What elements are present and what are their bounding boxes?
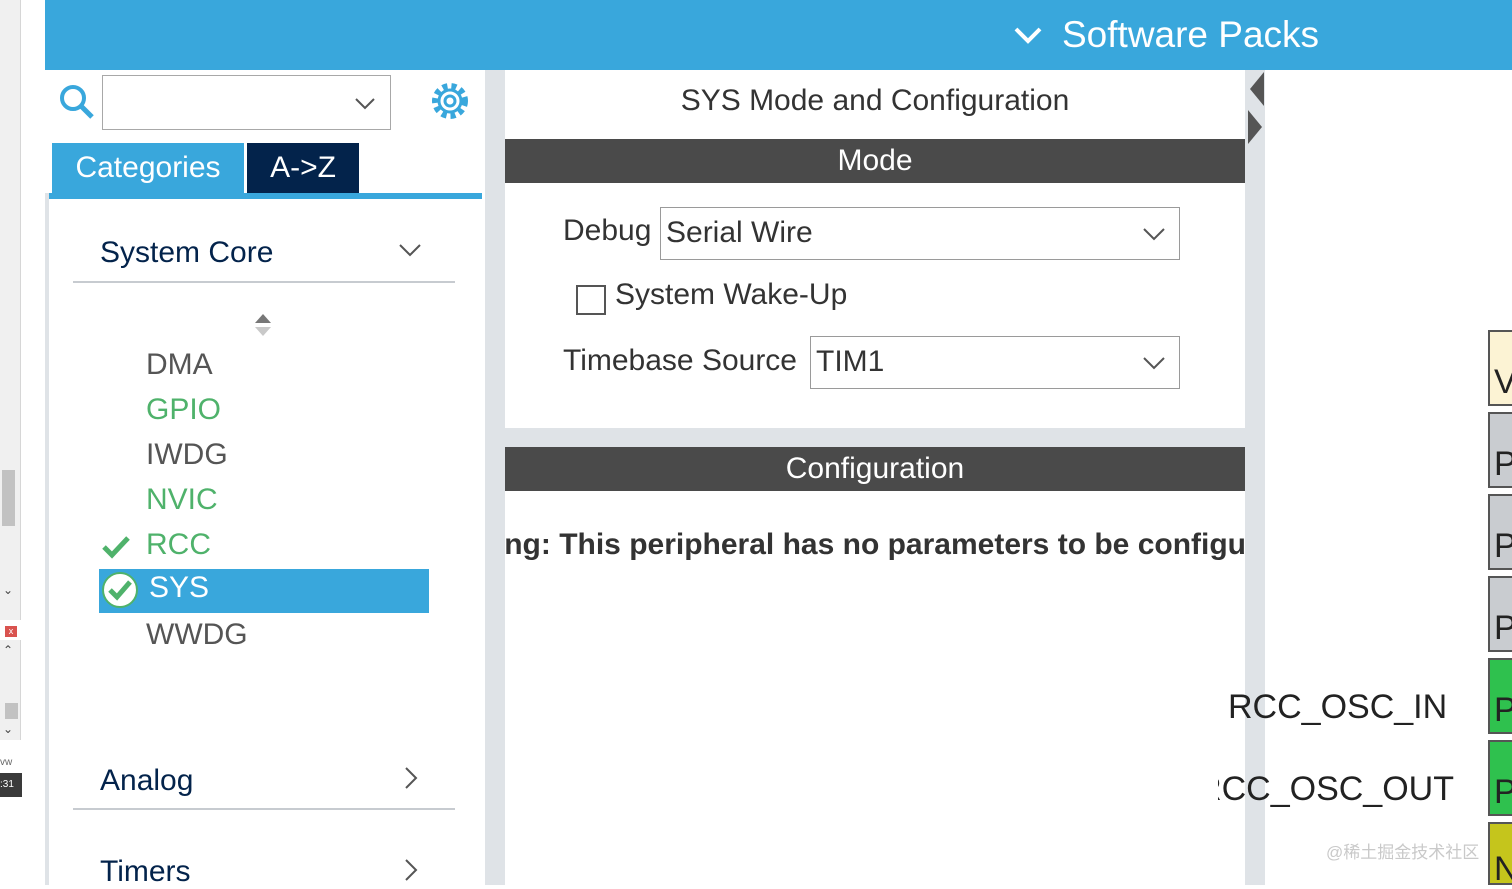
pin-osc-out[interactable]: P [1488,740,1512,816]
list-item-dma[interactable]: DMA [146,348,213,382]
edge-text: vw [0,757,13,768]
search-combobox[interactable] [102,75,391,130]
chevron-right-icon[interactable] [397,857,423,883]
chevron-down-icon-2[interactable]: ⌄ [3,722,13,736]
software-packs-button[interactable]: Software Packs [1062,14,1319,56]
chevron-down-icon [1143,228,1165,241]
divider [73,281,455,283]
panel-frame [45,193,49,885]
collapse-left-icon[interactable] [1248,72,1264,106]
list-item-iwdg[interactable]: IWDG [146,438,228,472]
debug-select[interactable]: Serial Wire [660,207,1180,260]
gear-icon[interactable] [429,80,471,122]
category-analog[interactable]: Analog [100,764,193,798]
pin-label-osc-in: RCC_OSC_IN [1228,688,1448,726]
pin-label-osc-out: RCC_OSC_OUT [1218,770,1454,808]
system-wakeup-label[interactable]: System Wake-Up [615,278,847,312]
watermark: @稀土掘金技术社区 [1326,843,1480,862]
chevron-down-icon[interactable] [354,92,376,114]
chevron-down-icon[interactable] [1013,20,1043,50]
panel-title: SYS Mode and Configuration [680,84,1070,117]
sort-icon[interactable] [253,312,273,338]
pin-vdd[interactable]: V [1488,330,1512,406]
timebase-label: Timebase Source [563,344,797,377]
list-item-wwdg[interactable]: WWDG [146,618,248,652]
pin-n[interactable]: N [1488,822,1512,885]
chevron-down-icon[interactable]: ⌄ [3,583,13,597]
close-icon[interactable]: x [5,626,17,637]
mode-header[interactable]: Mode [505,139,1245,183]
edge-badge: :31 [0,773,22,797]
system-wakeup-checkbox[interactable] [576,285,606,315]
list-item-label: SYS [149,571,210,604]
chevron-right-icon[interactable] [397,765,423,791]
category-system-core[interactable]: System Core [100,236,273,270]
top-bar: Software Packs [45,0,1512,70]
left-window-edge: ⌄ x ⌃ ⌄ vw :31 [0,0,44,885]
expand-right-icon[interactable] [1248,110,1264,144]
chevron-up-icon[interactable]: ⌃ [3,643,13,657]
scrollbar-track[interactable] [0,0,21,620]
divider [73,808,455,810]
warning-message: Warning: This peripheral has no paramete… [505,528,1245,561]
checkmark-icon [102,536,130,559]
chevron-down-icon[interactable] [397,237,423,263]
list-item-sys[interactable]: SYS [99,569,429,613]
search-icon[interactable] [59,84,95,120]
pin-p3[interactable]: P [1488,576,1512,652]
chevron-down-icon [1143,357,1165,370]
timebase-select[interactable]: TIM1 [810,336,1180,389]
section-gap [505,428,1245,448]
scrollbar-thumb[interactable] [2,470,15,526]
list-item-nvic[interactable]: NVIC [146,483,218,517]
list-item-gpio[interactable]: GPIO [146,393,221,427]
pin-osc-in[interactable]: P [1488,658,1512,734]
tab-underline [49,193,482,199]
debug-value: Serial Wire [666,216,813,249]
categories-panel: Categories A->Z System Core DMA GPIO IWD… [45,70,485,888]
tab-a-z[interactable]: A->Z [247,143,359,193]
sys-config-panel: SYS Mode and Configuration Mode Debug Se… [505,70,1245,885]
pin-p2[interactable]: P [1488,494,1512,570]
debug-label: Debug [563,214,652,247]
pin-p1[interactable]: P [1488,412,1512,488]
tab-categories[interactable]: Categories [52,143,244,193]
check-circle-icon [102,572,138,608]
list-item-rcc[interactable]: RCC [146,528,211,562]
category-timers[interactable]: Timers [100,855,191,889]
configuration-header[interactable]: Configuration [505,447,1245,491]
timebase-value: TIM1 [816,345,885,378]
scrollbar-thumb-2[interactable] [5,703,18,719]
